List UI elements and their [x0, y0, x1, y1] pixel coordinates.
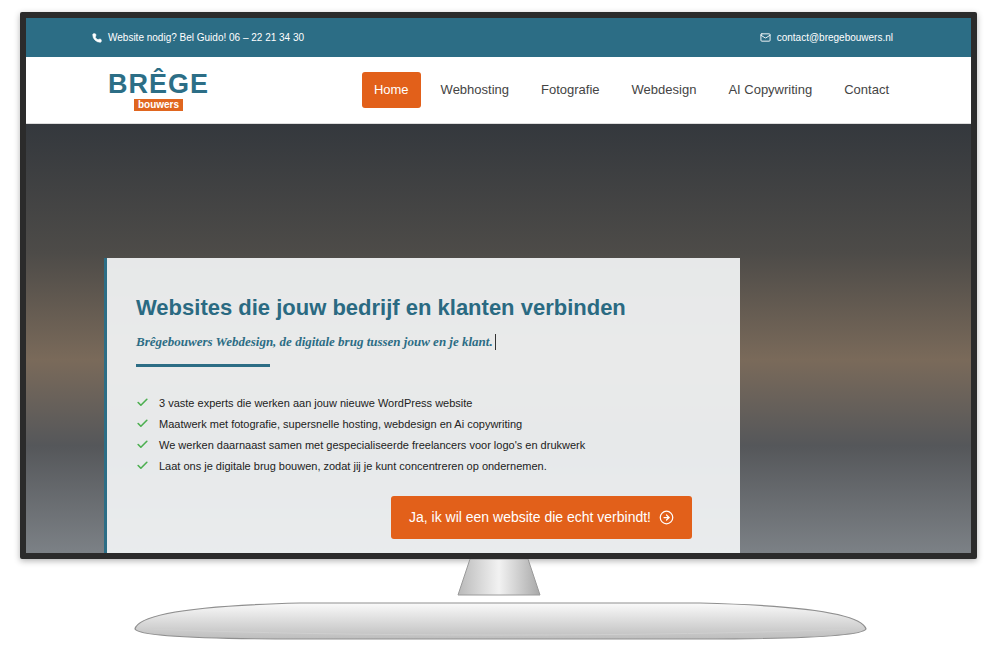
hero-subtitle: Brêgebouwers Webdesign, de digitale brug… [136, 332, 720, 352]
hero-card: Websites die jouw bedrijf en klanten ver… [104, 258, 740, 553]
feature-list: 3 vaste experts die werken aan jouw nieu… [136, 395, 720, 474]
tv-screen: Website nodig? Bel Guido! 06 – 22 21 34 … [26, 18, 971, 553]
phone-link[interactable]: Website nodig? Bel Guido! 06 – 22 21 34 … [92, 30, 304, 45]
feature-item: Laat ons je digitale brug bouwen, zodat … [136, 458, 720, 474]
nav-item[interactable]: AI Copywriting [716, 72, 824, 108]
cta-button[interactable]: Ja, ik wil een website die echt verbindt… [391, 496, 692, 539]
hero: Websites die jouw bedrijf en klanten ver… [26, 124, 971, 553]
mail-icon [760, 32, 771, 43]
divider [136, 364, 270, 367]
text-cursor [495, 334, 496, 350]
feature-item: Maatwerk met fotografie, supersnelle hos… [136, 416, 720, 432]
check-icon [136, 417, 149, 430]
top-bar: Website nodig? Bel Guido! 06 – 22 21 34 … [26, 18, 971, 57]
logo[interactable]: BRÊGEbouwers [108, 70, 209, 111]
nav-item[interactable]: Webhosting [429, 72, 521, 108]
nav-item[interactable]: Fotografie [529, 72, 612, 108]
nav-item[interactable]: Webdesign [620, 72, 709, 108]
check-icon [136, 396, 149, 409]
nav-bar: BRÊGEbouwers HomeWebhostingFotografieWebd… [26, 57, 971, 124]
tv-stand-icon [0, 559, 997, 650]
tv-frame: Website nodig? Bel Guido! 06 – 22 21 34 … [20, 12, 977, 559]
feature-item: 3 vaste experts die werken aan jouw nieu… [136, 395, 720, 411]
nav-menu: HomeWebhostingFotografieWebdesignAI Copy… [362, 72, 901, 108]
feature-item: We werken daarnaast samen met gespeciali… [136, 437, 720, 453]
nav-item[interactable]: Home [362, 72, 421, 108]
check-icon [136, 459, 149, 472]
check-icon [136, 438, 149, 451]
nav-item[interactable]: Contact [832, 72, 901, 108]
email-link[interactable]: contact@bregebouwers.nl [760, 30, 893, 45]
phone-icon [92, 33, 102, 43]
page: Website nodig? Bel Guido! 06 – 22 21 34 … [0, 0, 997, 650]
hero-heading: Websites die jouw bedrijf en klanten ver… [136, 294, 720, 322]
arrow-icon [659, 510, 674, 525]
